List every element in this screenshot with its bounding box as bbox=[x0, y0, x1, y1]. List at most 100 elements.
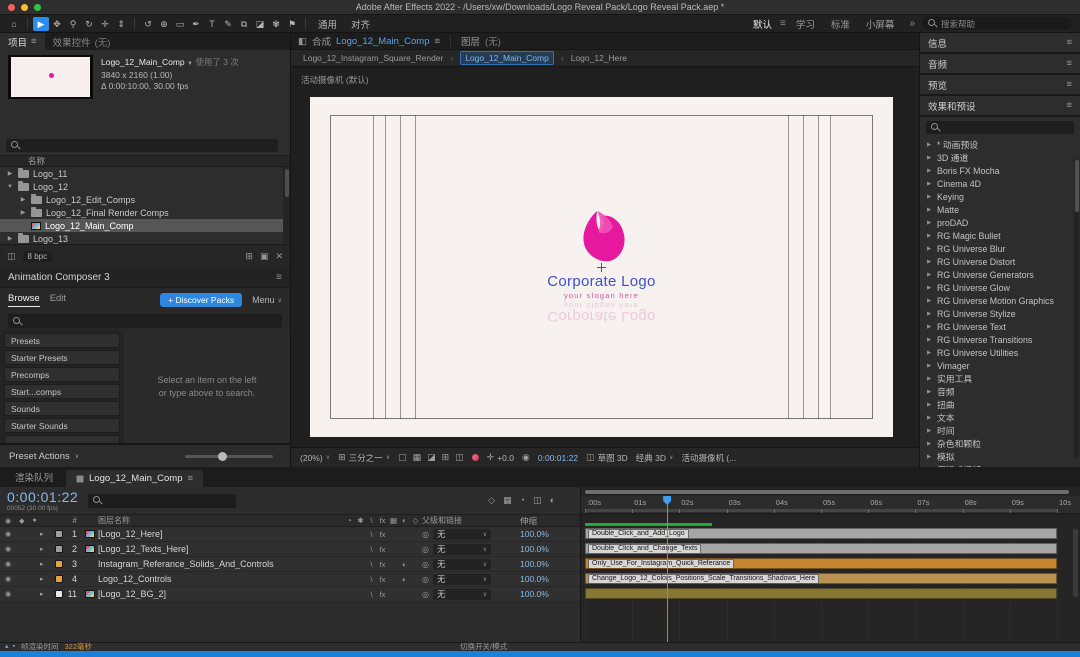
home-tool-button[interactable]: ⌂ bbox=[6, 17, 22, 31]
anchor-point-tool-button[interactable]: ⊕ bbox=[156, 17, 172, 31]
panel-header-effects-presets[interactable]: 效果和预设 ≡ bbox=[920, 96, 1080, 117]
layer-visibility-toggle[interactable]: ◉ bbox=[5, 560, 11, 568]
pan-camera-tool-button[interactable]: ✛ bbox=[97, 17, 113, 31]
preset-actions-label[interactable]: Preset Actions bbox=[9, 451, 70, 462]
layer-visibility-toggle[interactable]: ◉ bbox=[5, 575, 11, 583]
current-timecode[interactable]: 0:00:01:22 00052 (30.00 fps) bbox=[7, 490, 78, 512]
layer-stretch-value[interactable]: 100.0% bbox=[520, 544, 580, 554]
effects-category[interactable]: ▶Matte bbox=[920, 203, 1080, 216]
brush-tool-button[interactable]: ✎ bbox=[220, 17, 236, 31]
layer-switches[interactable]: \fx◐ bbox=[344, 575, 422, 584]
axis-mode-dropdown[interactable]: 通用 bbox=[318, 17, 337, 31]
project-tree-item[interactable]: ▼Logo_12 bbox=[0, 180, 283, 193]
composition-canvas[interactable]: Corporate Logo your slogan here your slo… bbox=[310, 97, 893, 437]
tab-render-queue[interactable]: 渲染队列 bbox=[5, 467, 63, 487]
layer-name[interactable]: [Logo_12_Texts_Here] bbox=[98, 544, 344, 554]
ac-tab-edit[interactable]: Edit bbox=[50, 293, 66, 307]
puppet-pin-tool-button[interactable]: ⚑ bbox=[284, 17, 300, 31]
layer-switches[interactable]: \fx bbox=[344, 545, 422, 554]
ac-category[interactable]: Precomps bbox=[4, 367, 120, 382]
layer-expander[interactable]: ▸ bbox=[40, 545, 52, 553]
selection-tool-button[interactable]: ▶ bbox=[33, 17, 49, 31]
layer-duration-bar[interactable]: Only_Use_For_Instagram_Quick_Referance bbox=[585, 558, 1057, 569]
layer-name-column-header[interactable]: 图层名称 bbox=[98, 515, 344, 526]
eraser-tool-button[interactable]: ◪ bbox=[252, 17, 268, 31]
pickwhip-icon[interactable]: ◎ bbox=[422, 530, 429, 539]
rectangle-tool-button[interactable]: ▭ bbox=[172, 17, 188, 31]
layer-label-chip[interactable] bbox=[52, 590, 66, 598]
layer-name[interactable]: [Logo_12_BG_2] bbox=[98, 589, 344, 599]
motion-blur-icon[interactable]: ◐ bbox=[550, 495, 555, 506]
ac-category-clipped[interactable] bbox=[4, 435, 120, 443]
toggle-switches-modes-button[interactable]: 切换开关/模式 bbox=[460, 643, 507, 651]
effects-category[interactable]: ▶* 动画预设 bbox=[920, 138, 1080, 151]
composition-mini-flowchart-icon[interactable]: ◇ bbox=[488, 495, 495, 506]
panel-header-preview[interactable]: 预览≡ bbox=[920, 75, 1080, 96]
timeline-layer-row[interactable]: ◉▸11[Logo_12_BG_2]\fx◎无∨100.0% bbox=[0, 587, 580, 602]
panel-menu-icon[interactable]: ≡ bbox=[434, 36, 440, 47]
effects-category[interactable]: ▶Keying bbox=[920, 190, 1080, 203]
slider-knob[interactable] bbox=[218, 452, 227, 461]
layer-stretch-value[interactable]: 100.0% bbox=[520, 559, 580, 569]
twirl-closed-icon[interactable]: ▶ bbox=[19, 209, 27, 216]
layer-expander[interactable]: ▸ bbox=[40, 560, 52, 568]
effects-category[interactable]: ▶RG Universe Text bbox=[920, 320, 1080, 333]
draft-3d-icon[interactable]: ▦ bbox=[503, 495, 512, 506]
project-tree-item[interactable]: ▶Logo_11 bbox=[0, 167, 283, 180]
workspace-tab-3[interactable]: 标准 bbox=[823, 17, 858, 31]
discover-packs-button[interactable]: + Discover Packs bbox=[160, 293, 242, 307]
hide-shy-layers-icon[interactable]: ◔ bbox=[520, 495, 525, 506]
tab-effect-controls[interactable]: 效果控件 (无) bbox=[45, 33, 119, 50]
timeline-scrollbar[interactable] bbox=[1073, 529, 1078, 597]
layer-visibility-toggle[interactable]: ◉ bbox=[5, 545, 11, 553]
renderer-dropdown[interactable]: 经典 3D∨ bbox=[636, 452, 674, 464]
current-time-indicator[interactable] bbox=[667, 496, 668, 642]
ac-search[interactable] bbox=[8, 314, 282, 328]
layer-duration-bar[interactable] bbox=[585, 588, 1057, 599]
delete-icon[interactable]: ✕ bbox=[275, 251, 283, 262]
workspace-tab-2[interactable]: 学习 bbox=[788, 17, 823, 31]
ac-category[interactable]: Starter Presets bbox=[4, 350, 120, 365]
effects-category[interactable]: ▶Cinema 4D bbox=[920, 177, 1080, 190]
effects-category[interactable]: ▶RG Universe Distort bbox=[920, 255, 1080, 268]
effects-category[interactable]: ▶RG Magic Bullet bbox=[920, 229, 1080, 242]
time-ruler[interactable]: :00s01s02s03s04s05s06s07s08s09s10s bbox=[581, 496, 1080, 514]
name-column-header[interactable]: 名称 bbox=[0, 155, 290, 167]
workspace-tab-4[interactable]: 小屏幕 bbox=[858, 17, 903, 31]
project-tree-item[interactable]: ▶Logo_12_Final Render Comps bbox=[0, 206, 283, 219]
layer-expander[interactable]: ▸ bbox=[40, 530, 52, 538]
view-layout-dropdown[interactable]: 活动摄像机 (... bbox=[681, 452, 736, 464]
tab-layer[interactable]: 图层 bbox=[461, 34, 480, 48]
help-search-input[interactable] bbox=[941, 19, 1066, 29]
ac-category[interactable]: Starter Sounds bbox=[4, 418, 120, 433]
snapshot-icon[interactable]: ◉ bbox=[522, 452, 530, 463]
effects-category[interactable]: ▶杂色和颗粒 bbox=[920, 437, 1080, 450]
panel-menu-icon[interactable]: ≡ bbox=[1066, 79, 1072, 90]
region-of-interest-icon[interactable]: ▢ bbox=[398, 452, 407, 463]
frame-blending-icon[interactable]: ◫ bbox=[533, 495, 542, 506]
layer-visibility-toggle[interactable]: ◉ bbox=[5, 590, 11, 598]
layer-label-chip[interactable] bbox=[52, 560, 66, 568]
effects-category[interactable]: ▶RG Universe Glow bbox=[920, 281, 1080, 294]
twirl-closed-icon[interactable]: ▶ bbox=[6, 235, 14, 242]
stretch-column-header[interactable]: 伸缩 bbox=[520, 515, 580, 527]
panel-menu-icon[interactable]: ≡ bbox=[31, 36, 37, 47]
project-tree-item[interactable]: ▶Logo_13 bbox=[0, 232, 283, 244]
tab-composition[interactable]: Logo_12_Main_Comp bbox=[336, 36, 429, 47]
panel-dock-icon[interactable]: ◧ bbox=[298, 36, 307, 47]
layer-switches[interactable]: \fx bbox=[344, 530, 422, 539]
effects-search-input[interactable] bbox=[944, 120, 1069, 135]
effects-category[interactable]: ▶Boris FX Mocha bbox=[920, 164, 1080, 177]
timeline-layer-row[interactable]: ◉▸4Logo_12_Controls\fx◐◎无∨100.0% bbox=[0, 572, 580, 587]
preview-timecode[interactable]: 0:00:01:22 bbox=[538, 453, 578, 463]
channel-selector-icon[interactable] bbox=[472, 454, 479, 461]
parent-column-header[interactable]: 父级和链接 bbox=[422, 515, 520, 526]
layer-switches[interactable]: \fx◐ bbox=[344, 560, 422, 569]
twirl-closed-icon[interactable]: ▶ bbox=[19, 196, 27, 203]
pickwhip-icon[interactable]: ◎ bbox=[422, 545, 429, 554]
clone-stamp-tool-button[interactable]: ⧉ bbox=[236, 17, 252, 31]
layer-stretch-value[interactable]: 100.0% bbox=[520, 529, 580, 539]
effects-category[interactable]: ▶实用工具 bbox=[920, 372, 1080, 385]
layer-switches[interactable]: \fx bbox=[344, 590, 422, 599]
orbit-camera-tool-button[interactable]: ↻ bbox=[81, 17, 97, 31]
